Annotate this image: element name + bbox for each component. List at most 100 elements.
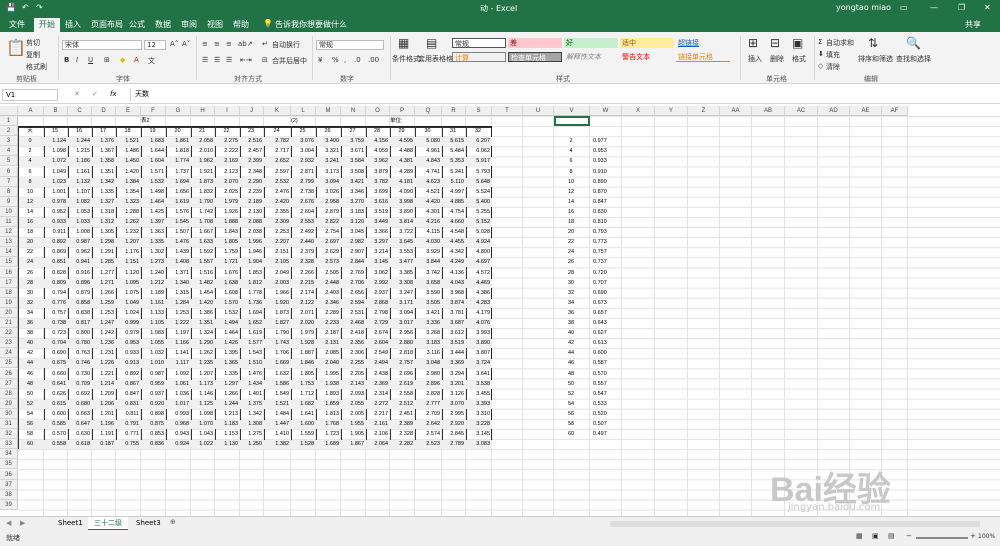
cell[interactable]: 1.592 bbox=[191, 247, 214, 257]
cell[interactable]: 2.604 bbox=[291, 207, 315, 217]
cell[interactable]: 天 bbox=[18, 126, 43, 136]
cell[interactable]: 5.152 bbox=[466, 217, 491, 227]
cell[interactable]: 12 bbox=[18, 197, 43, 207]
cell[interactable]: 1.055 bbox=[141, 338, 165, 348]
cell[interactable]: 1.425 bbox=[141, 207, 165, 217]
cell[interactable]: 28 bbox=[366, 126, 389, 136]
cell[interactable]: 23 bbox=[240, 126, 263, 136]
cell[interactable]: 1.215 bbox=[68, 146, 91, 156]
cell[interactable]: 2.798 bbox=[366, 308, 389, 318]
cell[interactable]: 3.214 bbox=[366, 247, 389, 257]
cell[interactable]: 1.083 bbox=[141, 328, 165, 338]
cell[interactable]: 0.570 bbox=[44, 429, 67, 439]
cell[interactable]: 1.049 bbox=[116, 298, 140, 308]
cell[interactable]: 0.793 bbox=[590, 227, 621, 237]
cell[interactable]: 3.505 bbox=[415, 298, 441, 308]
cell[interactable]: 2.448 bbox=[316, 278, 340, 288]
cell[interactable]: 1.619 bbox=[166, 197, 190, 207]
cell[interactable]: 2.438 bbox=[366, 369, 389, 379]
cell[interactable]: 0.709 bbox=[68, 379, 91, 389]
cell[interactable]: 1.778 bbox=[240, 288, 263, 298]
cell[interactable]: 1.342 bbox=[92, 177, 115, 187]
cell[interactable]: 0.675 bbox=[44, 358, 67, 368]
cell[interactable]: 26 bbox=[18, 268, 43, 278]
merge-center-button[interactable]: 合并后居中 bbox=[272, 56, 307, 66]
cell[interactable]: 2.845 bbox=[442, 429, 465, 439]
row-header[interactable]: 3 bbox=[0, 136, 18, 147]
column-header[interactable]: K bbox=[264, 106, 291, 116]
cell[interactable]: 2.040 bbox=[316, 358, 340, 368]
column-header[interactable]: J bbox=[240, 106, 264, 116]
cell[interactable]: 2.844 bbox=[341, 257, 365, 267]
column-header[interactable]: P bbox=[390, 106, 415, 116]
cell[interactable]: 1.288 bbox=[116, 207, 140, 217]
cell[interactable]: 1.494 bbox=[215, 318, 239, 328]
cell[interactable]: 2.558 bbox=[390, 389, 414, 399]
cell[interactable]: 2.717 bbox=[264, 146, 290, 156]
cell[interactable]: 0.730 bbox=[68, 369, 91, 379]
cell[interactable]: 4.521 bbox=[415, 187, 441, 197]
cell[interactable]: 1.528 bbox=[291, 439, 315, 449]
cell[interactable]: 3.616 bbox=[366, 197, 389, 207]
cell[interactable]: 0.993 bbox=[166, 409, 190, 419]
cell[interactable]: 3.241 bbox=[316, 156, 340, 166]
cell[interactable]: 2.492 bbox=[291, 227, 315, 237]
cell[interactable]: 2.629 bbox=[316, 247, 340, 257]
cell[interactable]: 1.354 bbox=[116, 187, 140, 197]
column-header[interactable]: Q bbox=[415, 106, 442, 116]
column-header[interactable]: Z bbox=[688, 106, 720, 116]
cell[interactable]: 2.505 bbox=[316, 268, 340, 278]
cell[interactable]: 14 bbox=[18, 207, 43, 217]
cell[interactable]: 2.233 bbox=[316, 318, 340, 328]
align-left-icon[interactable]: ☰ bbox=[202, 56, 208, 64]
cell[interactable]: 1.938 bbox=[316, 379, 340, 389]
cell[interactable]: 0.707 bbox=[590, 278, 621, 288]
cell[interactable]: 1.363 bbox=[141, 227, 165, 237]
cell[interactable]: 1.132 bbox=[68, 177, 91, 187]
cell[interactable]: 46 bbox=[18, 369, 43, 379]
cell[interactable]: 1.017 bbox=[166, 399, 190, 409]
cell[interactable]: 2.328 bbox=[390, 429, 414, 439]
cell[interactable]: 3.004 bbox=[291, 146, 315, 156]
cell[interactable]: 2.122 bbox=[291, 298, 315, 308]
cell[interactable]: 0.558 bbox=[44, 439, 67, 449]
cell[interactable]: 2.328 bbox=[291, 257, 315, 267]
cell[interactable]: 2.789 bbox=[442, 439, 465, 449]
cell[interactable]: 3.173 bbox=[316, 167, 340, 177]
cell[interactable]: 1.638 bbox=[215, 278, 239, 288]
row-header[interactable]: 13 bbox=[0, 237, 18, 248]
cell[interactable]: 3.183 bbox=[415, 338, 441, 348]
row-header[interactable]: 24 bbox=[0, 348, 18, 359]
cell[interactable]: 1.768 bbox=[316, 419, 340, 429]
cell[interactable]: 0.771 bbox=[116, 429, 140, 439]
cell[interactable]: 0.870 bbox=[590, 187, 621, 197]
cell[interactable]: 2.738 bbox=[291, 187, 315, 197]
cell[interactable]: 1.805 bbox=[215, 237, 239, 247]
cell[interactable]: 1.608 bbox=[215, 288, 239, 298]
cell[interactable]: 3.183 bbox=[341, 207, 365, 217]
column-header[interactable]: M bbox=[316, 106, 341, 116]
cell[interactable]: 2.574 bbox=[415, 429, 441, 439]
cell[interactable]: 2.468 bbox=[341, 318, 365, 328]
column-header[interactable]: H bbox=[191, 106, 215, 116]
cell[interactable]: 2.532 bbox=[264, 177, 290, 187]
cell[interactable]: 52 bbox=[18, 399, 43, 409]
row-header[interactable]: 18 bbox=[0, 287, 18, 298]
cell[interactable]: 0.828 bbox=[44, 268, 67, 278]
cell[interactable]: 3.890 bbox=[466, 338, 491, 348]
cell[interactable]: 3.724 bbox=[466, 358, 491, 368]
cell[interactable]: 1.376 bbox=[92, 136, 115, 146]
cell[interactable]: 0.657 bbox=[590, 308, 621, 318]
cell[interactable]: 1.196 bbox=[92, 419, 115, 429]
row-header[interactable]: 7 bbox=[0, 176, 18, 187]
cell[interactable]: 1.962 bbox=[191, 156, 214, 166]
cell[interactable]: 0.836 bbox=[141, 439, 165, 449]
style-hyperlink[interactable]: 超链接 bbox=[676, 38, 730, 48]
cell[interactable]: 18 bbox=[116, 126, 140, 136]
cell[interactable]: 1.022 bbox=[191, 439, 214, 449]
cell[interactable]: 1.351 bbox=[92, 167, 115, 177]
decrease-font-icon[interactable]: A˅ bbox=[182, 40, 190, 48]
cell[interactable]: 1.010 bbox=[141, 358, 165, 368]
cell[interactable]: 0.933 bbox=[590, 156, 621, 166]
cell[interactable]: 1.887 bbox=[291, 348, 315, 358]
